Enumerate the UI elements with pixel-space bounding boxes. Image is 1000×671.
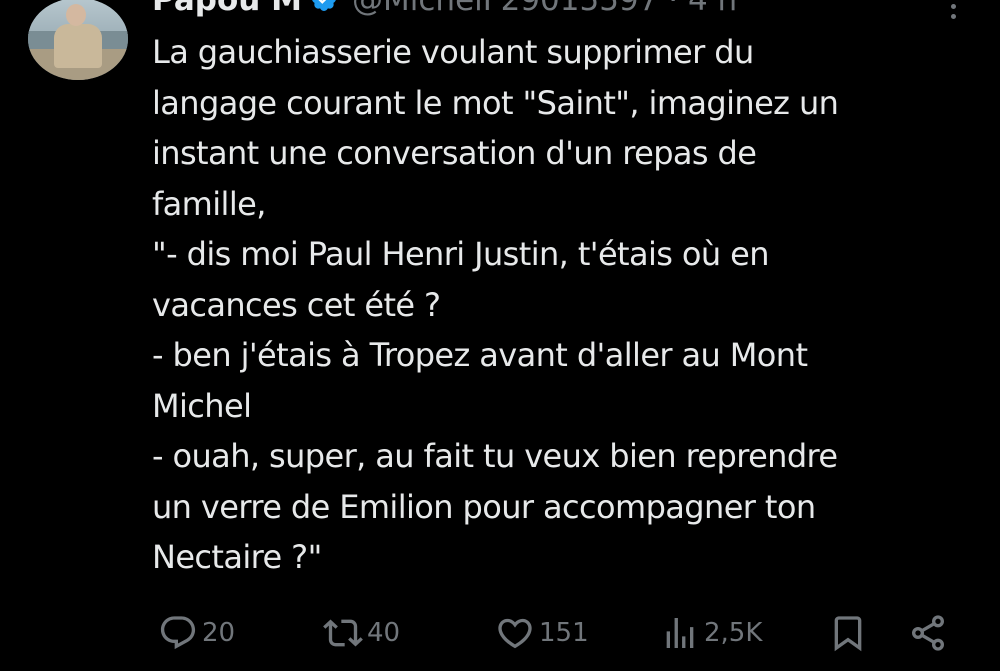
tweet-line: La gauchiasserie voulant supprimer du [152,33,754,71]
avatar-person-body [54,24,102,68]
like-button[interactable]: 151 [495,608,589,658]
bookmark-button[interactable] [828,608,868,658]
views-button[interactable]: 2,5K [660,608,762,658]
author-name[interactable]: Papou M [152,0,302,18]
tweet-line: - ben j'étais à Tropez avant d'aller au … [152,336,808,374]
verified-badge-icon [310,0,338,21]
views-count: 2,5K [704,618,763,648]
author-handle[interactable]: @MichelF29015597 [352,0,658,18]
tweet-text: La gauchiasserie voulant supprimer du la… [152,27,952,583]
tweet-line: famille, [152,184,266,223]
share-icon [912,615,944,651]
repost-count: 40 [367,618,401,648]
more-options-icon[interactable] [938,0,968,19]
tweet-line: "- dis moi Paul Henri Justin, t'étais où… [152,235,770,273]
tweet-line: langage courant le mot "Saint", imaginez… [152,83,839,122]
reply-button[interactable]: 20 [158,608,235,658]
tweet-line: instant une conversation d'un repas de [152,134,757,172]
tweet-line: Michel [152,386,252,425]
tweet: Papou M @MichelF29015597 · 4 h La gauchia… [0,0,1000,671]
tweet-line: Nectaire ?" [152,538,322,576]
avatar[interactable] [28,0,128,80]
avatar-person-head [66,4,86,26]
bookmark-icon [834,616,862,652]
tweet-header: Papou M @MichelF29015597 · 4 h [152,0,737,18]
tweet-line: vacances cet été ? [152,285,441,324]
heart-icon [498,618,532,649]
repost-button[interactable]: 40 [323,608,400,658]
views-icon [666,618,694,648]
repost-icon [323,619,363,647]
share-button[interactable] [908,608,948,658]
tweet-line: - ouah, super, au fait tu veux bien repr… [152,437,838,475]
tweet-line: un verre de Emilion pour accompagner ton [152,487,816,526]
action-bar: 20 40 151 2,5K [0,608,1000,658]
separator-dot: · [668,0,679,18]
tweet-time[interactable]: 4 h [688,0,737,18]
reply-count: 20 [202,618,236,648]
reply-icon [160,616,196,650]
like-count: 151 [539,618,589,648]
